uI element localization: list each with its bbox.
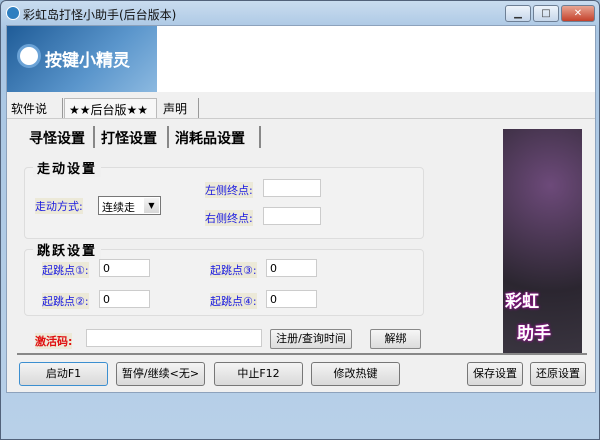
jump-point-4-label: 起跳点④:	[210, 293, 257, 309]
promo-text-2: 助手	[517, 324, 551, 344]
inner-tab-consumables[interactable]: 消耗品设置	[171, 126, 261, 148]
right-endpoint-input[interactable]	[263, 207, 321, 225]
walk-mode-label: 走动方式:	[35, 198, 83, 214]
inner-tab-find-monster[interactable]: 寻怪设置	[25, 126, 95, 148]
banner: 按键小精灵	[7, 26, 595, 92]
promo-image: 彩虹 助手	[503, 129, 582, 355]
jump-point-3-label: 起跳点③:	[210, 262, 257, 278]
logo-icon	[17, 44, 41, 68]
jump-point-1-label: 起跳点①:	[42, 262, 89, 278]
close-button[interactable]: ✕	[561, 5, 595, 22]
logo-text: 按键小精灵	[45, 51, 130, 71]
left-endpoint-input[interactable]	[263, 179, 321, 197]
chevron-down-icon[interactable]: ▼	[144, 198, 159, 213]
walk-mode-select[interactable]: 连续走 ▼	[98, 196, 161, 215]
modify-hotkey-button[interactable]: 修改热键	[311, 362, 400, 386]
pause-resume-button[interactable]: 暂停/继续<无>	[116, 362, 205, 386]
jump-settings-group: 跳跃设置 起跳点①: 0 起跳点②: 0 起跳点③: 0 起跳点④: 0	[24, 240, 424, 316]
right-endpoint-label: 右侧终点:	[205, 210, 253, 226]
jump-point-2-input[interactable]: 0	[99, 290, 150, 308]
logo: 按键小精灵	[7, 26, 157, 92]
walk-settings-title: 走动设置	[33, 158, 102, 177]
inner-tab-fight[interactable]: 打怪设置	[97, 126, 169, 148]
window-title: 彩虹岛打怪小助手(后台版本)	[23, 8, 177, 22]
unbind-button[interactable]: 解绑	[370, 329, 421, 349]
start-button[interactable]: 启动F1	[19, 362, 108, 386]
tab-software-info[interactable]: 软件说明	[7, 98, 63, 133]
promo-text-1: 彩虹	[505, 292, 539, 312]
app-icon	[6, 6, 20, 20]
minimize-button[interactable]: ▁	[505, 5, 531, 22]
left-endpoint-label: 左侧终点:	[205, 182, 253, 198]
walk-settings-group: 走动设置 走动方式: 连续走 ▼ 左侧终点: 右侧终点:	[24, 158, 424, 239]
jump-point-3-input[interactable]: 0	[266, 259, 317, 277]
activation-code-input[interactable]	[86, 329, 262, 347]
walk-mode-value: 连续走	[102, 201, 135, 214]
jump-point-4-input[interactable]: 0	[266, 290, 317, 308]
jump-settings-title: 跳跃设置	[33, 240, 102, 259]
restore-settings-button[interactable]: 还原设置	[530, 362, 586, 386]
maximize-button[interactable]: □	[533, 5, 559, 22]
save-settings-button[interactable]: 保存设置	[467, 362, 523, 386]
jump-point-1-input[interactable]: 0	[99, 259, 150, 277]
register-query-button[interactable]: 注册/查询时间	[270, 329, 352, 349]
tab-background-version[interactable]: ★★后台版★★	[64, 98, 157, 118]
jump-point-2-label: 起跳点②:	[42, 293, 89, 309]
app-window: 彩虹岛打怪小助手(后台版本) ▁ □ ✕ 按键小精灵 软件说明 ★★后台版★★ …	[0, 0, 600, 440]
activation-code-label: 激活码:	[35, 333, 73, 349]
stop-button[interactable]: 中止F12	[214, 362, 303, 386]
divider	[17, 353, 587, 355]
client-area: 按键小精灵 软件说明 ★★后台版★★ 声明 寻怪设置 打怪设置 消耗品设置 走动…	[6, 25, 596, 393]
tab-statement[interactable]: 声明	[159, 98, 199, 118]
